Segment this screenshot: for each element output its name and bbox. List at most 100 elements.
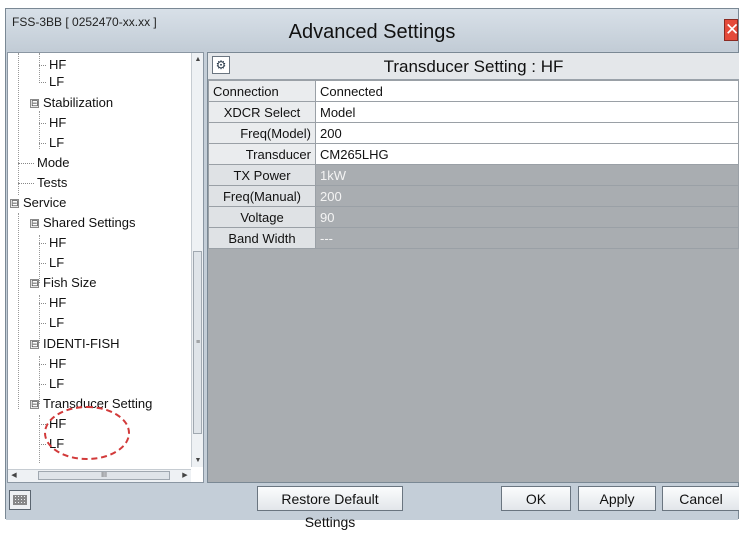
horizontal-scroll-thumb[interactable]: III <box>38 471 170 480</box>
setting-label: XDCR Select <box>208 101 316 123</box>
scroll-down-icon[interactable]: ▼ <box>192 455 203 467</box>
keyboard-button[interactable] <box>9 490 31 510</box>
tree-item-label: Tests <box>37 175 68 190</box>
setting-value: 1kW <box>315 164 739 186</box>
tree-item-shared-settings[interactable]: ⊟ Shared Settings <box>30 215 136 231</box>
tree-item-label: HF <box>49 115 67 130</box>
tree-item-fish-size[interactable]: ⊟ Fish Size <box>30 275 96 291</box>
setting-row-freq-model[interactable]: Freq(Model) 200 <box>208 122 739 144</box>
ok-button[interactable]: OK <box>501 486 571 511</box>
tree-connector <box>39 323 46 325</box>
setting-row-connection[interactable]: Connection Connected <box>208 80 739 102</box>
tree-item-service[interactable]: ⊟ Service <box>10 195 66 211</box>
setting-label: Freq(Model) <box>208 122 316 144</box>
tree-item-hf[interactable]: HF <box>39 356 66 372</box>
settings-table: Connection Connected XDCR Select Model Fre… <box>208 80 739 249</box>
setting-value[interactable]: Connected <box>315 80 739 102</box>
setting-label: TX Power <box>208 164 316 186</box>
highlight-circle <box>44 406 130 460</box>
tree-vertical-scrollbar[interactable]: ▲ ≡ ▼ <box>191 53 203 467</box>
tree-item-label: Service <box>23 195 67 210</box>
setting-value[interactable]: 200 <box>315 122 739 144</box>
tree-item-label: HF <box>49 57 67 72</box>
collapse-icon[interactable]: ⊟ <box>30 400 39 410</box>
panel-title: Transducer Setting : HF <box>383 57 564 76</box>
setting-label: Band Width <box>208 227 316 249</box>
tree-item-label: Stabilization <box>43 95 114 110</box>
tree-item-tests[interactable]: Tests <box>18 175 67 191</box>
settings-tree: HF LF ⊟ Stabilization HF LF Mode Tests ⊟ S… <box>7 52 204 483</box>
panel-header: ⚙ Transducer Setting : HF <box>208 53 739 80</box>
tree-connector <box>39 82 46 84</box>
tree-item-label: LF <box>49 255 65 270</box>
setting-row-freq-manual: Freq(Manual) 200 <box>208 185 739 207</box>
tree-item-lf[interactable]: LF <box>39 255 64 271</box>
setting-value: 90 <box>315 206 739 228</box>
tree-connector <box>39 303 46 305</box>
restore-default-settings-button[interactable]: Restore Default Settings <box>257 486 403 530</box>
tree-item-lf[interactable]: LF <box>39 376 64 392</box>
apply-button[interactable]: Apply <box>578 486 656 511</box>
tree-item-hf[interactable]: HF <box>39 115 66 131</box>
scroll-up-icon[interactable]: ▲ <box>192 54 203 66</box>
setting-value[interactable]: CM265LHG <box>315 143 739 165</box>
tree-item-label: HF <box>49 356 67 371</box>
advanced-settings-window: FSS-3BB [ 0252470-xx.xx ] Advanced Setti… <box>5 8 739 530</box>
collapse-icon[interactable]: ⊟ <box>30 219 39 229</box>
collapse-icon[interactable]: ⊟ <box>10 199 19 209</box>
tree-connector <box>39 243 46 245</box>
setting-value: 200 <box>315 185 739 207</box>
setting-label: Connection <box>208 80 316 102</box>
tree-item-stabilization[interactable]: ⊟ Stabilization <box>30 95 113 111</box>
cancel-button[interactable]: Cancel <box>662 486 739 511</box>
bottom-toolbar: Restore Default Settings OK Apply Cancel <box>6 483 739 530</box>
tree-item-label: LF <box>49 315 65 330</box>
tree-item-lf[interactable]: LF <box>39 74 64 90</box>
tree-item-label: Mode <box>37 155 70 170</box>
tree-connector <box>39 123 46 125</box>
close-icon[interactable]: ✕ <box>724 19 738 41</box>
setting-label: Transducer <box>208 143 316 165</box>
setting-label: Voltage <box>208 206 316 228</box>
tree-connector <box>39 143 46 145</box>
tree-item-label: LF <box>49 376 65 391</box>
transducer-setting-panel: ⚙ Transducer Setting : HF Connection Conn… <box>207 52 739 483</box>
scroll-left-icon[interactable]: ◀ <box>9 470 19 482</box>
tree-connector <box>39 364 46 366</box>
collapse-icon[interactable]: ⊟ <box>30 279 39 289</box>
tree-item-mode[interactable]: Mode <box>18 155 70 171</box>
scroll-grip-icon: ≡ <box>195 339 201 346</box>
tree-item-hf[interactable]: HF <box>39 57 66 73</box>
setting-row-tx-power: TX Power 1kW <box>208 164 739 186</box>
title-bar: FSS-3BB [ 0252470-xx.xx ] Advanced Setti… <box>6 9 738 51</box>
tree-item-label: LF <box>49 135 65 150</box>
setting-value[interactable]: Model <box>315 101 739 123</box>
collapse-icon[interactable]: ⊟ <box>30 99 39 109</box>
tree-item-label: HF <box>49 295 67 310</box>
tree-item-hf[interactable]: HF <box>39 295 66 311</box>
tree-item-lf[interactable]: LF <box>39 135 64 151</box>
scroll-grip-icon: III <box>101 472 107 479</box>
setting-row-transducer[interactable]: Transducer CM265LHG <box>208 143 739 165</box>
tree-item-label: IDENTI-FISH <box>43 336 120 351</box>
tree-item-hf[interactable]: HF <box>39 235 66 251</box>
tree-connector <box>39 263 46 265</box>
tree-item-identi-fish[interactable]: ⊟ IDENTI-FISH <box>30 336 120 352</box>
tree-connector <box>18 183 34 185</box>
tree-horizontal-scrollbar[interactable]: ◀ III ▶ <box>8 469 191 482</box>
scroll-right-icon[interactable]: ▶ <box>180 470 190 482</box>
tree-item-label: Fish Size <box>43 275 97 290</box>
setting-row-voltage: Voltage 90 <box>208 206 739 228</box>
tree-connector <box>39 444 46 446</box>
tree-connector <box>18 213 19 409</box>
window-title: Advanced Settings <box>288 21 456 43</box>
setting-row-xdcr-select[interactable]: XDCR Select Model <box>208 101 739 123</box>
tree-item-label: LF <box>49 74 65 89</box>
tree-connector <box>39 384 46 386</box>
tree-item-lf[interactable]: LF <box>39 315 64 331</box>
tree-connector <box>39 65 46 67</box>
collapse-icon[interactable]: ⊟ <box>30 340 39 350</box>
setting-row-band-width: Band Width --- <box>208 227 739 249</box>
tree-connector <box>18 53 19 195</box>
tree-item-label: Shared Settings <box>43 215 136 230</box>
